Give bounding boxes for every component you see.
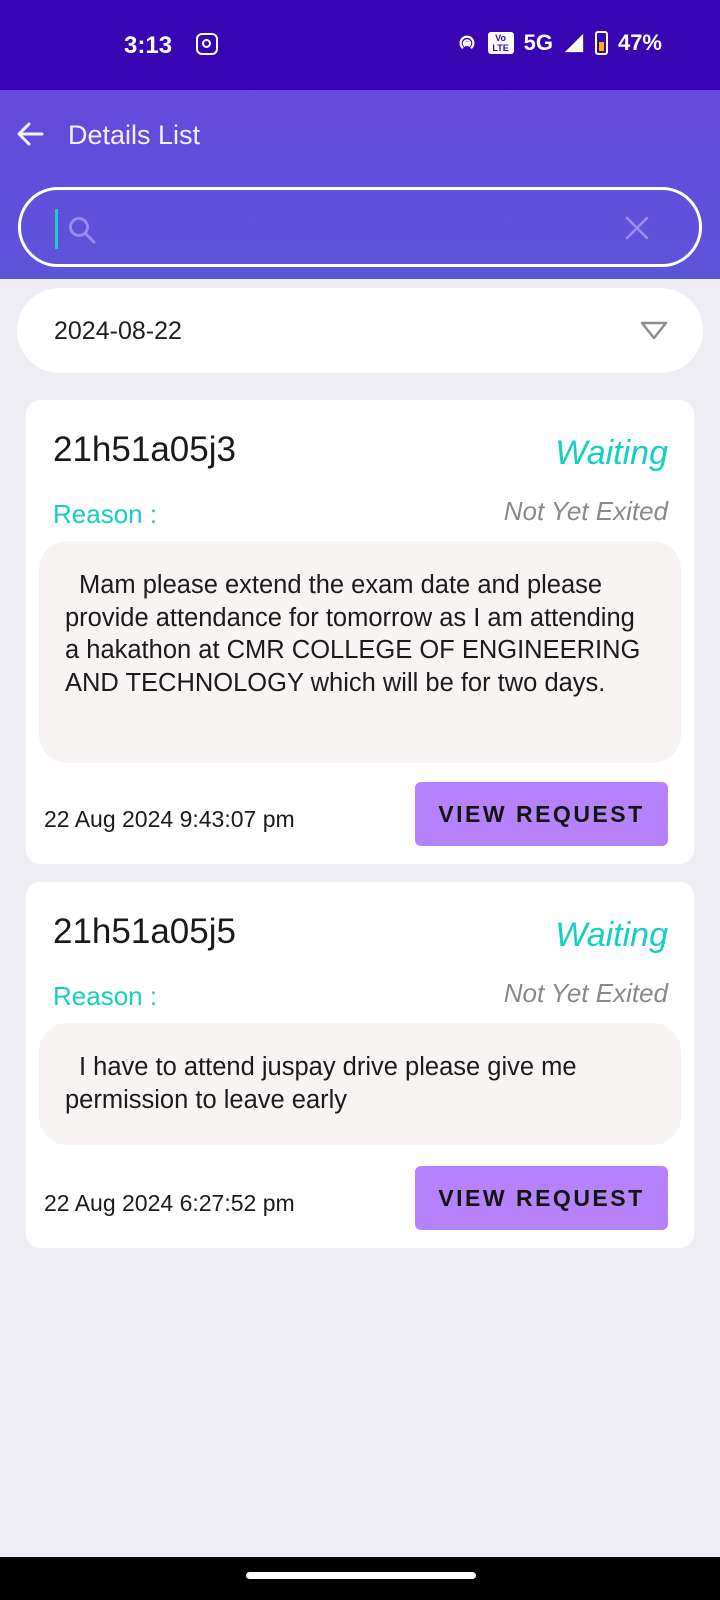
reason-label: Reason :: [53, 981, 158, 1011]
search-input[interactable]: [107, 204, 607, 252]
signal-icon: [564, 33, 584, 53]
home-gesture-handle[interactable]: [246, 1572, 476, 1579]
request-card: 21h51a05j5 Waiting Reason : Not Yet Exit…: [26, 882, 694, 1248]
network-type: 5G: [523, 30, 553, 55]
request-timestamp: 22 Aug 2024 9:43:07 pm: [44, 806, 295, 832]
battery-icon: [594, 31, 608, 55]
search-bar[interactable]: [18, 187, 702, 267]
date-filter-dropdown[interactable]: 2024-08-22: [17, 288, 703, 373]
volte-icon: Vo LTE: [487, 32, 514, 54]
reason-text: Mam please extend the exam date and plea…: [39, 541, 681, 763]
request-card: 21h51a05j3 Waiting Reason : Not Yet Exit…: [26, 400, 694, 864]
reason-text: I have to attend juspay drive please giv…: [39, 1023, 681, 1145]
exit-status: Not Yet Exited: [503, 496, 668, 526]
student-id: 21h51a05j5: [53, 912, 236, 951]
reason-label: Reason :: [53, 499, 158, 529]
volte-line1: Vo: [495, 33, 507, 43]
volte-line2: LTE: [492, 43, 509, 53]
request-timestamp: 22 Aug 2024 6:27:52 pm: [44, 1190, 295, 1216]
request-status: Waiting: [555, 434, 668, 472]
battery-percent: 47%: [617, 30, 662, 55]
status-time: 3:13: [124, 32, 173, 59]
page-title: Details List: [68, 120, 201, 150]
view-request-button[interactable]: VIEW REQUEST: [415, 782, 668, 846]
triangle-down-icon: [640, 321, 668, 340]
app-header: Details List: [0, 90, 720, 279]
date-filter-value: 2024-08-22: [54, 317, 182, 345]
status-bar: 3:13 Vo LTE 5G 47%: [0, 0, 720, 90]
text-cursor: [55, 209, 58, 249]
close-icon[interactable]: [623, 214, 651, 242]
hotspot-icon: [459, 35, 475, 49]
status-indicators: Vo LTE 5G 47%: [456, 30, 662, 56]
search-icon: [69, 217, 96, 244]
student-id: 21h51a05j3: [53, 430, 236, 469]
exit-status: Not Yet Exited: [503, 978, 668, 1008]
view-request-button[interactable]: VIEW REQUEST: [415, 1166, 668, 1230]
request-status: Waiting: [555, 916, 668, 954]
instagram-icon: [196, 33, 218, 55]
arrow-left-icon[interactable]: [14, 118, 46, 150]
system-navigation-bar: [0, 1557, 720, 1600]
